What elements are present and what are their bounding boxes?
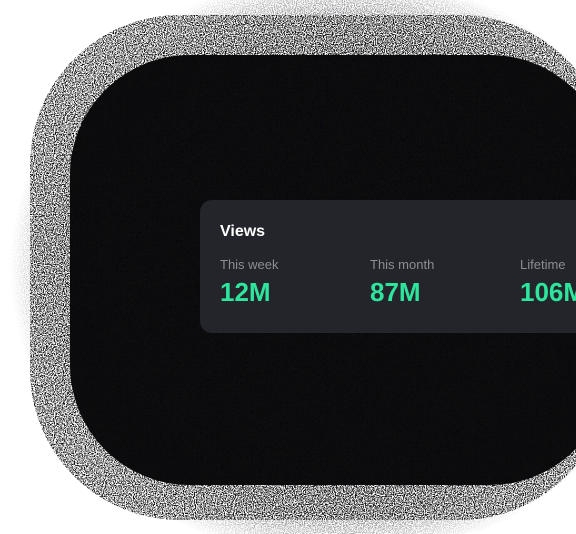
card-title: Views bbox=[220, 223, 266, 240]
canvas: Views This week 12M This month 87M Lifet… bbox=[0, 0, 576, 534]
stat-label: This month bbox=[370, 257, 435, 272]
stat-this-month: This month 87M bbox=[370, 257, 520, 308]
stat-lifetime: Lifetime 106M bbox=[520, 257, 576, 308]
stats-row: This week 12M This month 87M Lifetime 10… bbox=[220, 257, 576, 308]
stat-value: 12M bbox=[220, 277, 271, 307]
stat-label: This week bbox=[220, 257, 279, 272]
stat-this-week: This week 12M bbox=[220, 257, 370, 308]
stat-value: 87M bbox=[370, 277, 421, 307]
stat-value: 106M bbox=[520, 277, 576, 307]
stat-label: Lifetime bbox=[520, 257, 566, 272]
views-stats-card: Views This week 12M This month 87M Lifet… bbox=[200, 200, 576, 333]
